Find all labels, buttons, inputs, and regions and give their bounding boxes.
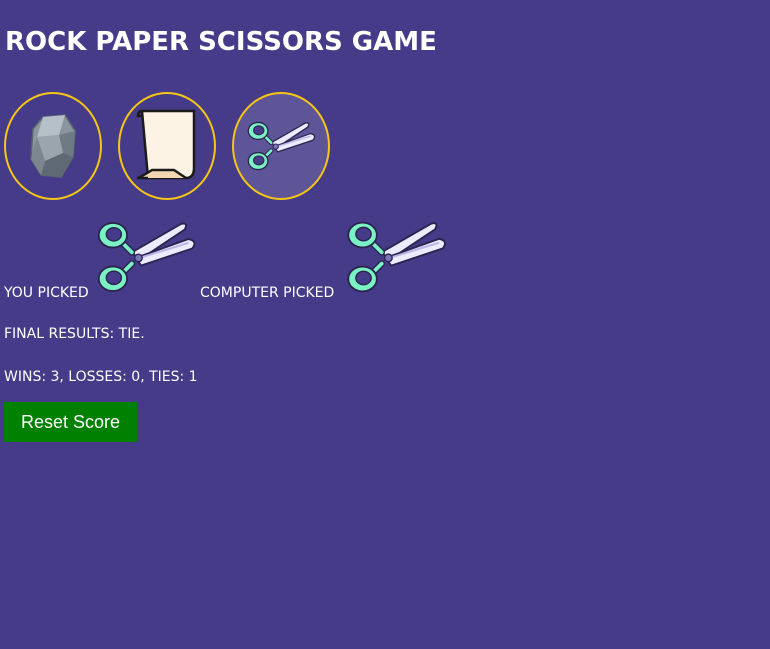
computer-picked-label: COMPUTER PICKED bbox=[200, 285, 335, 301]
final-result: FINAL RESULTS: TIE. bbox=[4, 326, 145, 342]
scissors-icon bbox=[340, 214, 452, 300]
rock-button[interactable] bbox=[4, 92, 102, 200]
scissors-button[interactable] bbox=[232, 92, 330, 200]
score-summary: WINS: 3, LOSSES: 0, TIES: 1 bbox=[4, 369, 198, 385]
scissors-icon bbox=[245, 113, 317, 179]
choice-buttons bbox=[4, 92, 330, 200]
paper-button[interactable] bbox=[118, 92, 216, 200]
rock-icon bbox=[30, 114, 76, 178]
paper-icon bbox=[136, 109, 196, 180]
scissors-icon bbox=[94, 214, 198, 300]
page-title: ROCK PAPER SCISSORS GAME bbox=[5, 27, 437, 57]
reset-score-button[interactable]: Reset Score bbox=[4, 402, 137, 442]
you-picked-label: YOU PICKED bbox=[4, 285, 89, 301]
